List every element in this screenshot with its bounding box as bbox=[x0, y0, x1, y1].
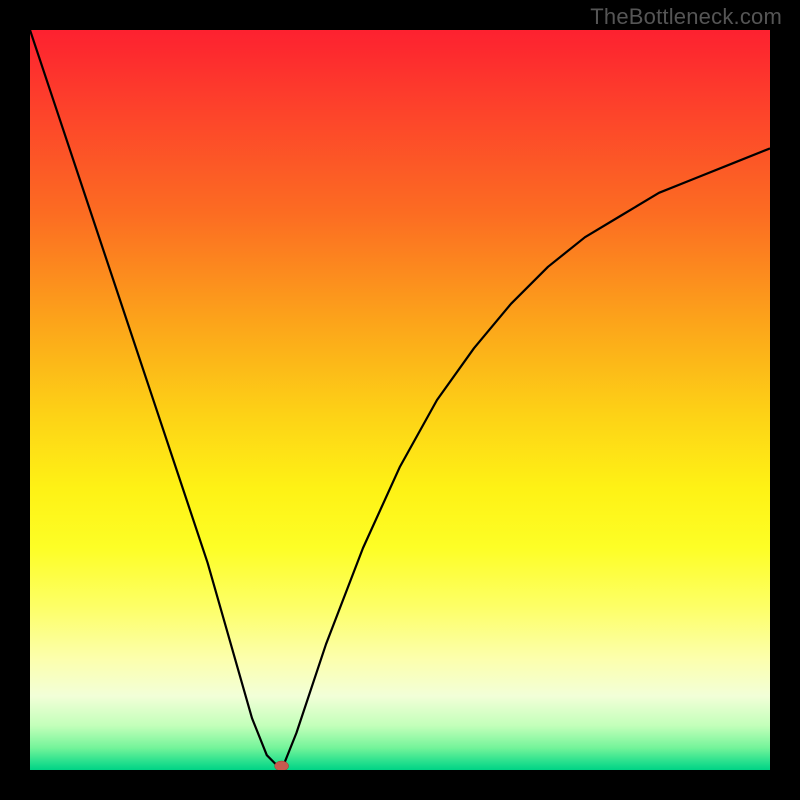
attribution-label: TheBottleneck.com bbox=[590, 4, 782, 30]
bottleneck-curve bbox=[30, 30, 770, 770]
chart-frame: TheBottleneck.com bbox=[0, 0, 800, 800]
curve-svg bbox=[30, 30, 770, 770]
minimum-marker bbox=[275, 761, 289, 770]
plot-area bbox=[30, 30, 770, 770]
